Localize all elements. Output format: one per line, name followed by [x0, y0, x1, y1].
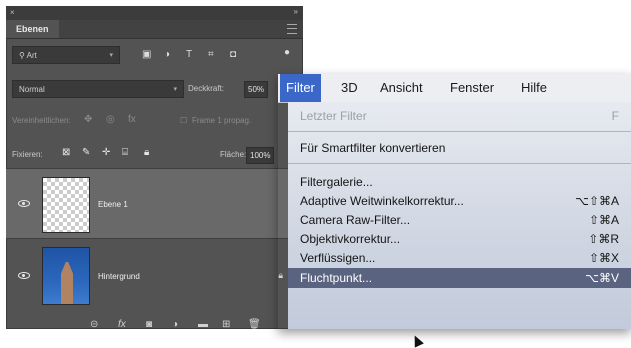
new-layer-icon[interactable]: ⊞ [222, 319, 230, 330]
fill-label: Fläche: [220, 150, 247, 159]
propagate-label: Frame 1 propag. [192, 116, 252, 125]
menu-item-label: Camera Raw-Filter... [300, 213, 411, 227]
menu-item-shortcut: ⇧⌘A [588, 213, 619, 227]
menu-ansicht[interactable]: Ansicht [380, 74, 423, 102]
menu-item-adaptive-weitwinkel[interactable]: Adaptive Weitwinkelkorrektur... ⌥⇧⌘A [300, 191, 623, 211]
menu-item-shortcut: ⇧⌘R [588, 232, 619, 246]
menu-separator [288, 163, 631, 164]
panel-menu-icon[interactable] [287, 24, 297, 34]
menubar: Filter 3D Ansicht Fenster Hilfe [278, 74, 631, 103]
layer-name[interactable]: Ebene 1 [98, 200, 128, 209]
new-group-icon[interactable]: ▬ [198, 319, 208, 330]
layer-thumbnail [42, 177, 90, 233]
layer-filter-dropdown[interactable]: ⚲ Art ▾ [12, 46, 120, 64]
layers-panel: × » Ebenen ⚲ Art ▾ ▣ ◑ T ⌗ ◘ ● Normal ▾ … [6, 6, 303, 330]
lock-position-icon[interactable]: ✛ [102, 147, 110, 158]
blend-mode-dropdown[interactable]: Normal ▾ [12, 80, 184, 98]
opacity-input[interactable]: 50% [244, 81, 269, 98]
menu-item-shortcut: ⌥⌘V [585, 271, 619, 285]
menu-item-letzter-filter: Letzter Filter F [300, 106, 623, 126]
add-style-icon[interactable]: fx [118, 319, 126, 330]
menu-item-fluchtpunkt[interactable]: Fluchtpunkt... ⌥⌘V [288, 268, 631, 288]
lock-all-icon[interactable]: 🔒︎ [144, 147, 149, 158]
blend-mode-value: Normal [19, 85, 45, 94]
add-mask-icon[interactable]: ◙ [146, 319, 152, 330]
menu-item-label: Letzter Filter [300, 109, 367, 123]
fill-input[interactable]: 100% [246, 147, 275, 164]
menu-3d[interactable]: 3D [341, 74, 358, 102]
menu-item-label: Adaptive Weitwinkelkorrektur... [300, 194, 464, 208]
lock-label: Fixieren: [12, 150, 43, 159]
menu-item-verfluessigen[interactable]: Verflüssigen... ⇧⌘X [300, 248, 623, 268]
filter-dropdown: Letzter Filter F Für Smartfilter konvert… [288, 102, 631, 329]
menu-filter[interactable]: Filter [280, 74, 321, 102]
panel-titlebar: × » [6, 6, 303, 20]
collapse-panel-icon[interactable]: » [294, 7, 298, 16]
menu-item-label: Filtergalerie... [300, 175, 373, 189]
close-panel-icon[interactable]: × [10, 8, 15, 17]
layer-row-hintergrund[interactable]: Hintergrund 🔒︎ [6, 238, 303, 311]
visibility-eye-icon[interactable] [18, 200, 30, 207]
tab-ebenen[interactable]: Ebenen [6, 20, 59, 38]
layer-thumbnail [42, 247, 90, 305]
delete-layer-icon[interactable]: 🗑︎ [248, 319, 261, 330]
panel-tabbar: Ebenen [6, 20, 303, 39]
menu-item-camera-raw[interactable]: Camera Raw-Filter... ⇧⌘A [300, 210, 623, 230]
visibility-eye-icon[interactable] [18, 272, 30, 279]
filter-toggle-icon[interactable]: ● [284, 47, 290, 58]
chevron-down-icon: ▾ [173, 86, 177, 93]
filter-pixel-layer-icon[interactable]: ▣ [142, 49, 151, 60]
filter-kind-label: Art [26, 51, 37, 60]
lock-artboard-icon[interactable]: ⌸ [122, 147, 128, 158]
mouse-cursor-icon [410, 333, 424, 348]
menu-item-label: Objektivkorrektur... [300, 232, 401, 246]
menu-item-shortcut: ⇧⌘X [588, 251, 619, 265]
filter-menu-overlay: Filter 3D Ansicht Fenster Hilfe Letzter … [278, 74, 631, 348]
search-icon: ⚲ [19, 51, 25, 60]
filter-text-icon[interactable]: T [186, 49, 192, 60]
filter-adjustment-icon[interactable]: ◑ [164, 49, 170, 60]
unify-label: Vereinheitlichen: [12, 116, 71, 125]
layer-row-ebene-1[interactable]: Ebene 1 [6, 168, 303, 239]
lock-transparent-icon[interactable]: ⊠ [62, 147, 70, 158]
menu-item-label: Fluchtpunkt... [300, 271, 373, 285]
unify-position-icon[interactable]: ✥ [84, 114, 92, 125]
unify-style-icon[interactable]: fx [128, 114, 136, 125]
new-adjustment-icon[interactable]: ◑ [172, 319, 178, 330]
menu-separator [288, 131, 631, 132]
menu-item-shortcut: ⌥⇧⌘A [575, 194, 619, 208]
menu-item-label: Verflüssigen... [300, 251, 376, 265]
menu-item-objektivkorrektur[interactable]: Objektivkorrektur... ⇧⌘R [300, 229, 623, 249]
menu-item-smartfilter[interactable]: Für Smartfilter konvertieren [300, 138, 623, 158]
chevron-down-icon: ▾ [109, 52, 113, 59]
menu-item-shortcut: F [611, 109, 619, 123]
menu-fenster[interactable]: Fenster [450, 74, 494, 102]
opacity-label: Deckkraft: [188, 84, 225, 93]
menu-item-label: Für Smartfilter konvertieren [300, 141, 446, 155]
lock-image-icon[interactable]: ✎ [82, 147, 90, 158]
menu-item-filtergalerie[interactable]: Filtergalerie... [300, 172, 623, 192]
filter-smartobject-icon[interactable]: ◘ [230, 49, 236, 60]
unify-visibility-icon[interactable]: ◎ [106, 114, 115, 125]
filter-shape-icon[interactable]: ⌗ [208, 49, 214, 60]
layer-name[interactable]: Hintergrund [98, 272, 140, 281]
link-layers-icon[interactable]: ⊝ [90, 319, 98, 330]
propagate-checkbox[interactable]: ☐ [180, 116, 187, 125]
tower-image [61, 262, 73, 304]
menu-hilfe[interactable]: Hilfe [521, 74, 547, 102]
